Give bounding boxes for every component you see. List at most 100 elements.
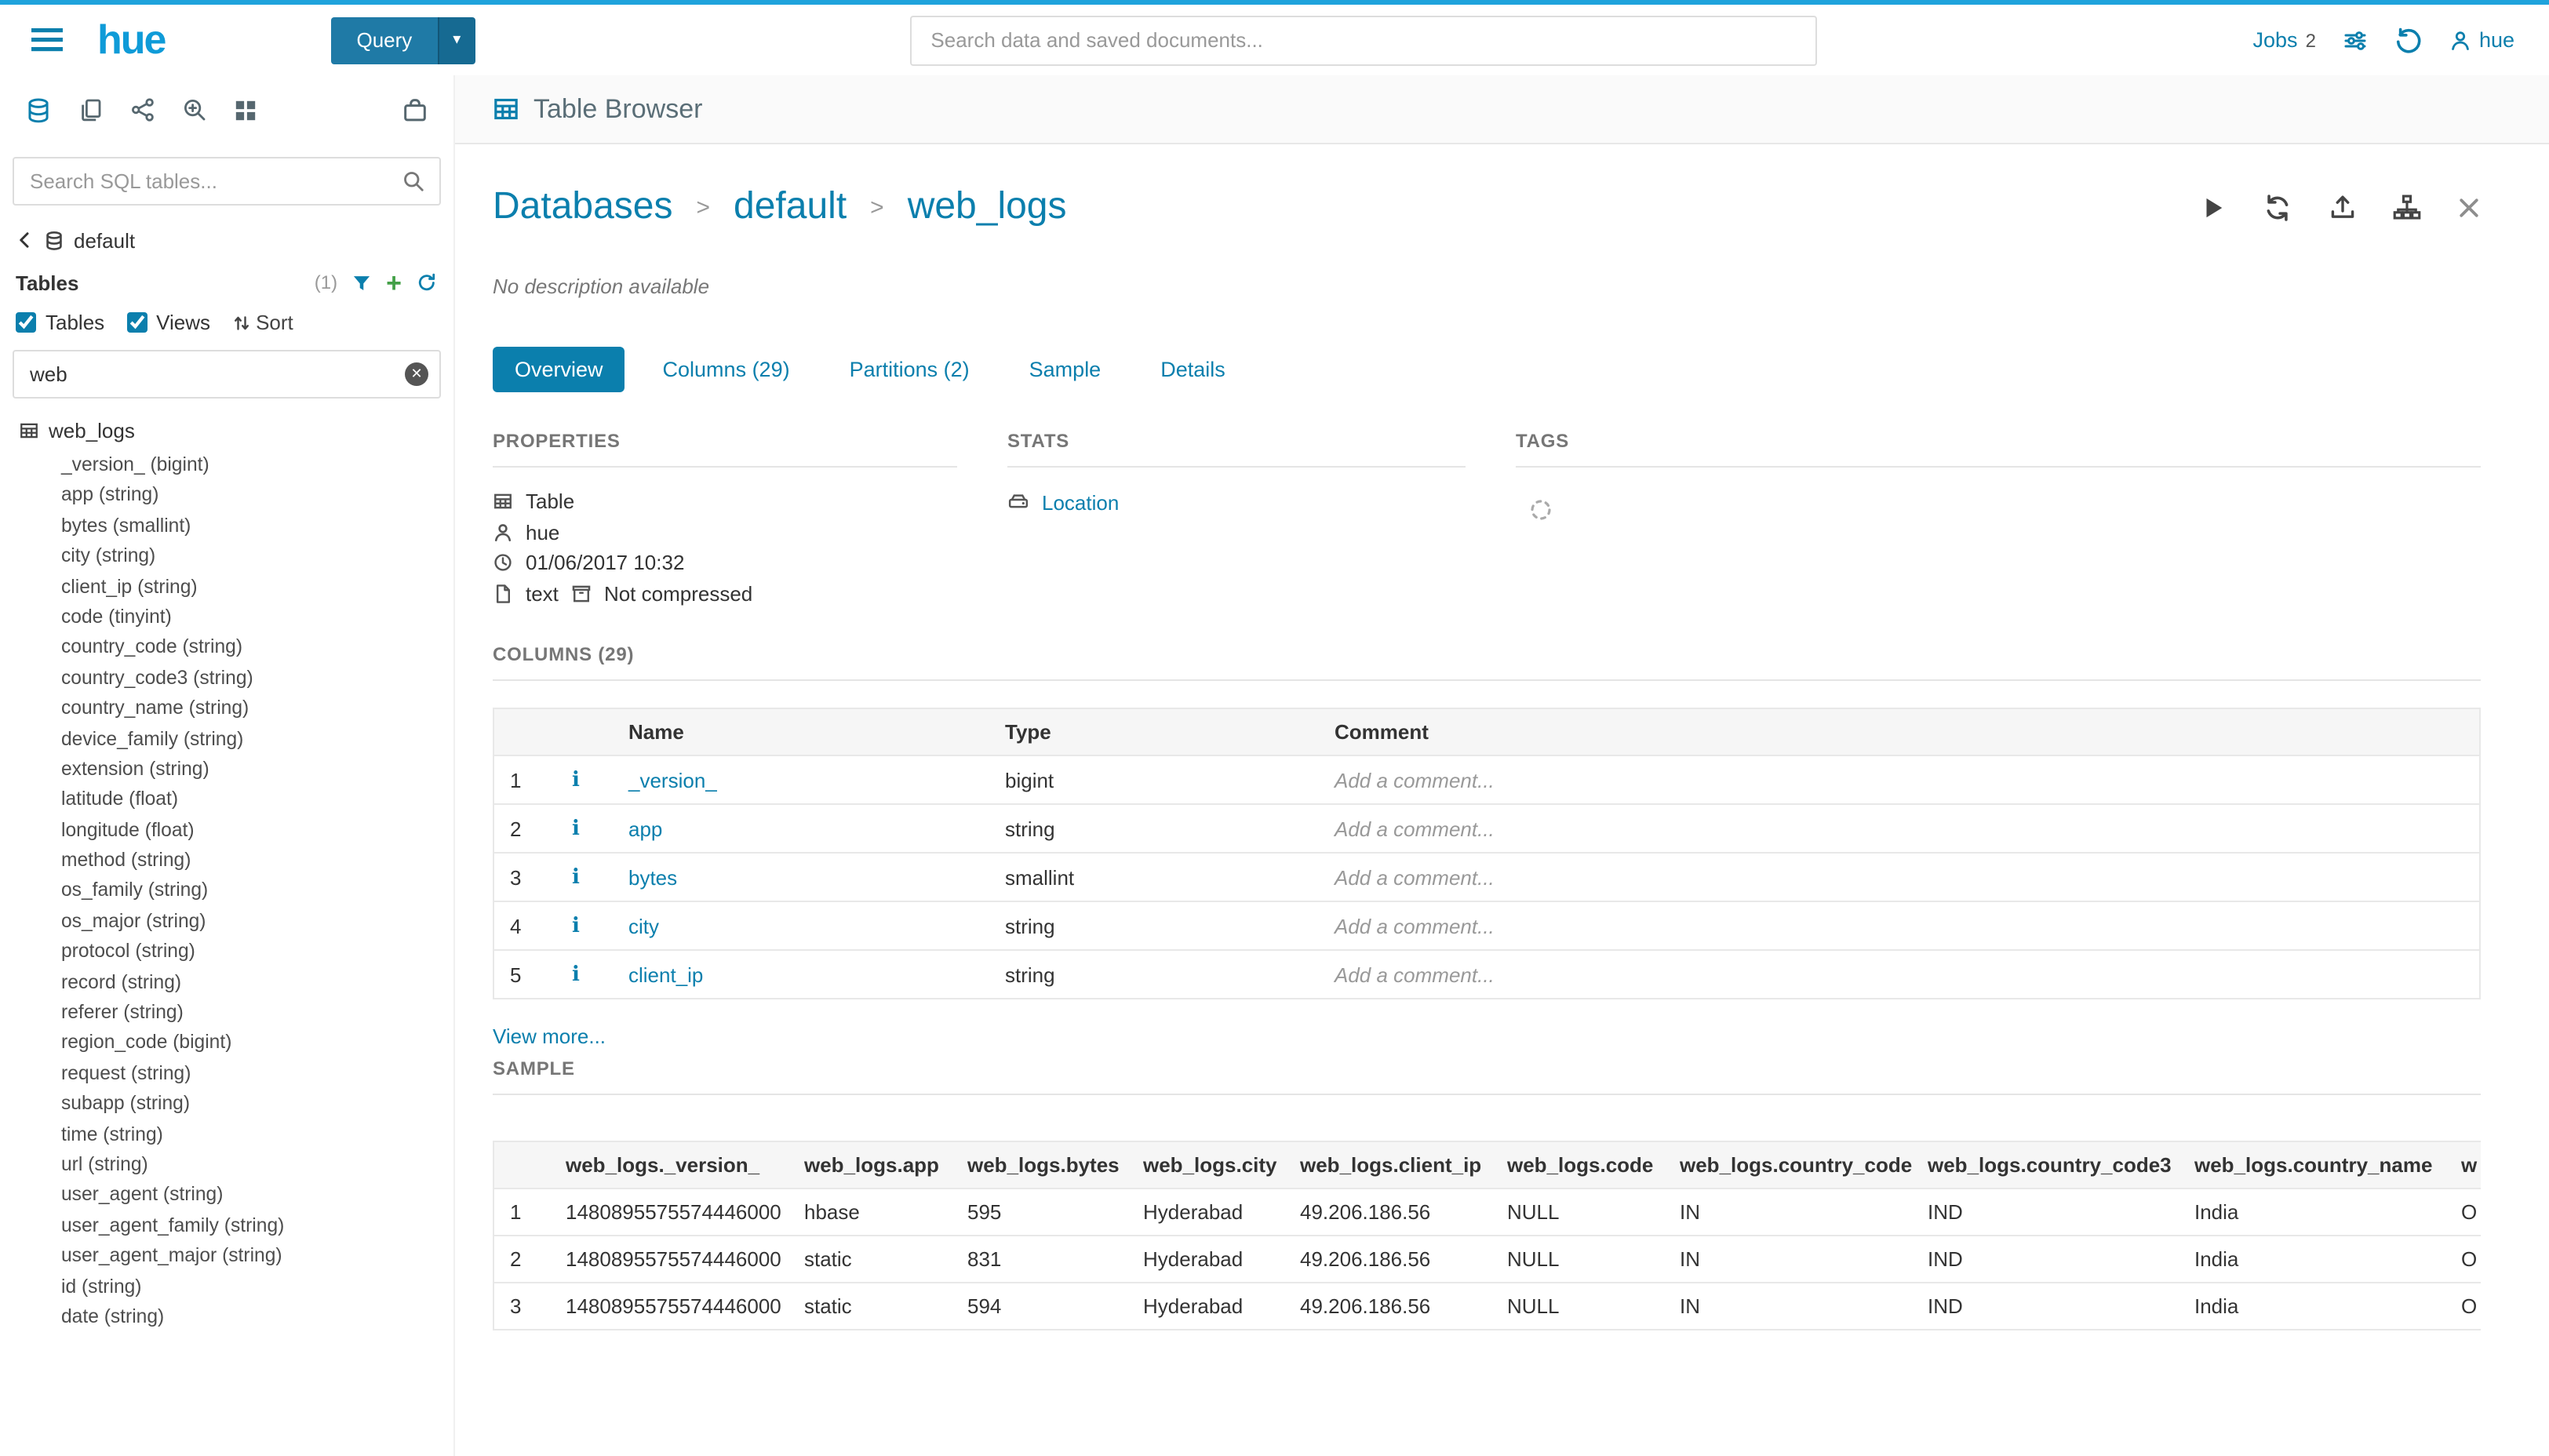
- column-item[interactable]: app (string): [19, 481, 453, 511]
- table-filter-input[interactable]: [13, 350, 441, 399]
- column-item[interactable]: country_name (string): [19, 693, 453, 724]
- tab-details[interactable]: Details: [1138, 347, 1247, 392]
- filter-funnel-icon[interactable]: [351, 272, 372, 293]
- info-icon[interactable]: i: [572, 866, 580, 890]
- query-dropdown-caret[interactable]: ▾: [437, 16, 475, 64]
- info-icon[interactable]: i: [572, 963, 580, 987]
- tab-sample[interactable]: Sample: [1007, 347, 1123, 392]
- column-item[interactable]: record (string): [19, 967, 453, 998]
- sample-cell: India: [2179, 1236, 2445, 1283]
- column-item[interactable]: os_major (string): [19, 907, 453, 937]
- column-name-link[interactable]: client_ip: [628, 963, 703, 986]
- apps-grid-icon[interactable]: [234, 98, 257, 122]
- tables-header-row: Tables (1) +: [0, 262, 453, 303]
- column-item[interactable]: code (tinyint): [19, 602, 453, 633]
- breadcrumb-databases[interactable]: Databases: [493, 185, 673, 229]
- column-item[interactable]: longitude (float): [19, 815, 453, 846]
- search-plus-assist-icon[interactable]: [182, 97, 207, 122]
- user-icon: [2449, 29, 2471, 51]
- share-cluster-icon[interactable]: [130, 97, 155, 122]
- briefcase-icon[interactable]: [402, 96, 428, 123]
- query-table-button[interactable]: [2199, 194, 2226, 220]
- global-search-input[interactable]: [910, 15, 1817, 65]
- jobs-link[interactable]: Jobs 2: [2253, 28, 2316, 52]
- column-item[interactable]: subapp (string): [19, 1089, 453, 1119]
- column-comment-cell[interactable]: Add a comment...: [1319, 755, 2479, 804]
- query-split-button[interactable]: Query ▾: [331, 16, 475, 64]
- property-format: text Not compressed: [493, 578, 957, 609]
- column-name-link[interactable]: bytes: [628, 865, 677, 889]
- column-name-link[interactable]: city: [628, 914, 659, 937]
- column-item[interactable]: time (string): [19, 1119, 453, 1150]
- info-icon[interactable]: i: [572, 817, 580, 841]
- tab-overview[interactable]: Overview: [493, 347, 625, 392]
- column-item[interactable]: country_code (string): [19, 633, 453, 664]
- database-assist-icon[interactable]: [25, 96, 52, 123]
- add-table-button[interactable]: +: [386, 269, 402, 296]
- column-item[interactable]: country_code3 (string): [19, 663, 453, 693]
- tree-item-web-logs[interactable]: web_logs: [19, 413, 453, 447]
- clear-filter-icon[interactable]: ✕: [405, 362, 428, 386]
- column-item[interactable]: url (string): [19, 1150, 453, 1181]
- view-more-link[interactable]: View more...: [493, 1025, 606, 1048]
- sql-table-search-input[interactable]: [14, 169, 388, 193]
- column-item[interactable]: latitude (float): [19, 785, 453, 816]
- refresh-table-button[interactable]: [2262, 192, 2292, 222]
- column-item[interactable]: user_agent (string): [19, 1181, 453, 1211]
- column-item[interactable]: extension (string): [19, 755, 453, 785]
- sample-cell: India: [2179, 1188, 2445, 1236]
- column-item[interactable]: os_family (string): [19, 876, 453, 907]
- search-magnifier-button[interactable]: [388, 169, 439, 193]
- column-item[interactable]: city (string): [19, 541, 453, 572]
- column-item[interactable]: request (string): [19, 1059, 453, 1090]
- views-checkbox-label[interactable]: Views: [156, 311, 210, 334]
- column-name-link[interactable]: app: [628, 817, 662, 840]
- tab-partitions[interactable]: Partitions (2): [828, 347, 992, 392]
- column-item[interactable]: bytes (smallint): [19, 511, 453, 542]
- back-chevron-icon[interactable]: [16, 231, 35, 249]
- column-comment-cell[interactable]: Add a comment...: [1319, 901, 2479, 950]
- tables-checkbox-label[interactable]: Tables: [46, 311, 104, 334]
- column-item[interactable]: region_code (bigint): [19, 1028, 453, 1059]
- location-link[interactable]: Location: [1042, 490, 1119, 514]
- column-comment-cell[interactable]: Add a comment...: [1319, 853, 2479, 901]
- column-comment-cell[interactable]: Add a comment...: [1319, 950, 2479, 999]
- hamburger-menu-button[interactable]: [22, 21, 72, 59]
- table-description[interactable]: No description available: [493, 275, 2480, 298]
- column-name-link[interactable]: _version_: [628, 768, 717, 792]
- documents-assist-icon[interactable]: [78, 97, 104, 122]
- lineage-button[interactable]: [2392, 193, 2420, 221]
- breadcrumb-database[interactable]: default: [734, 185, 847, 229]
- info-icon[interactable]: i: [572, 915, 580, 938]
- info-icon[interactable]: i: [572, 769, 580, 792]
- query-button[interactable]: Query: [331, 16, 437, 64]
- close-button[interactable]: [2456, 195, 2480, 219]
- hue-logo[interactable]: hue: [97, 16, 165, 64]
- column-item[interactable]: user_agent_major (string): [19, 1241, 453, 1272]
- column-item[interactable]: referer (string): [19, 998, 453, 1028]
- history-icon[interactable]: [2394, 26, 2423, 54]
- sort-toggle[interactable]: Sort: [232, 311, 293, 334]
- tables-header-label: Tables: [16, 271, 78, 294]
- upload-button[interactable]: [2328, 193, 2356, 221]
- column-item[interactable]: client_ip (string): [19, 572, 453, 602]
- tables-checkbox[interactable]: [16, 312, 36, 333]
- upload-icon: [2328, 193, 2356, 221]
- column-item[interactable]: user_agent_family (string): [19, 1211, 453, 1242]
- column-comment-cell[interactable]: Add a comment...: [1319, 804, 2479, 853]
- stats-section: STATS Location: [1007, 430, 1466, 609]
- column-item[interactable]: date (string): [19, 1302, 453, 1333]
- refresh-tables-icon[interactable]: [416, 271, 438, 293]
- column-item[interactable]: id (string): [19, 1272, 453, 1302]
- column-row: 4 i city string Add a comment...: [493, 901, 2479, 950]
- user-menu[interactable]: hue: [2449, 28, 2514, 52]
- jobs-settings-sliders-icon[interactable]: [2343, 27, 2368, 53]
- current-database-name[interactable]: default: [74, 228, 135, 252]
- column-item[interactable]: device_family (string): [19, 724, 453, 755]
- column-item[interactable]: _version_ (bigint): [19, 450, 453, 481]
- tab-columns[interactable]: Columns (29): [641, 347, 812, 392]
- column-item[interactable]: method (string): [19, 846, 453, 876]
- views-checkbox[interactable]: [126, 312, 147, 333]
- breadcrumb-table[interactable]: web_logs: [908, 185, 1067, 229]
- column-item[interactable]: protocol (string): [19, 937, 453, 968]
